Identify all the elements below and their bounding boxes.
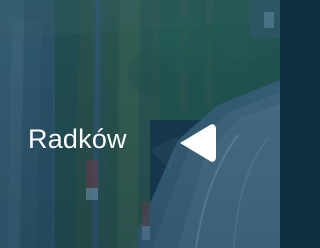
- location-card[interactable]: Radków: [0, 0, 280, 248]
- left-triangle-icon[interactable]: [176, 121, 216, 165]
- location-label: Radków: [28, 124, 127, 154]
